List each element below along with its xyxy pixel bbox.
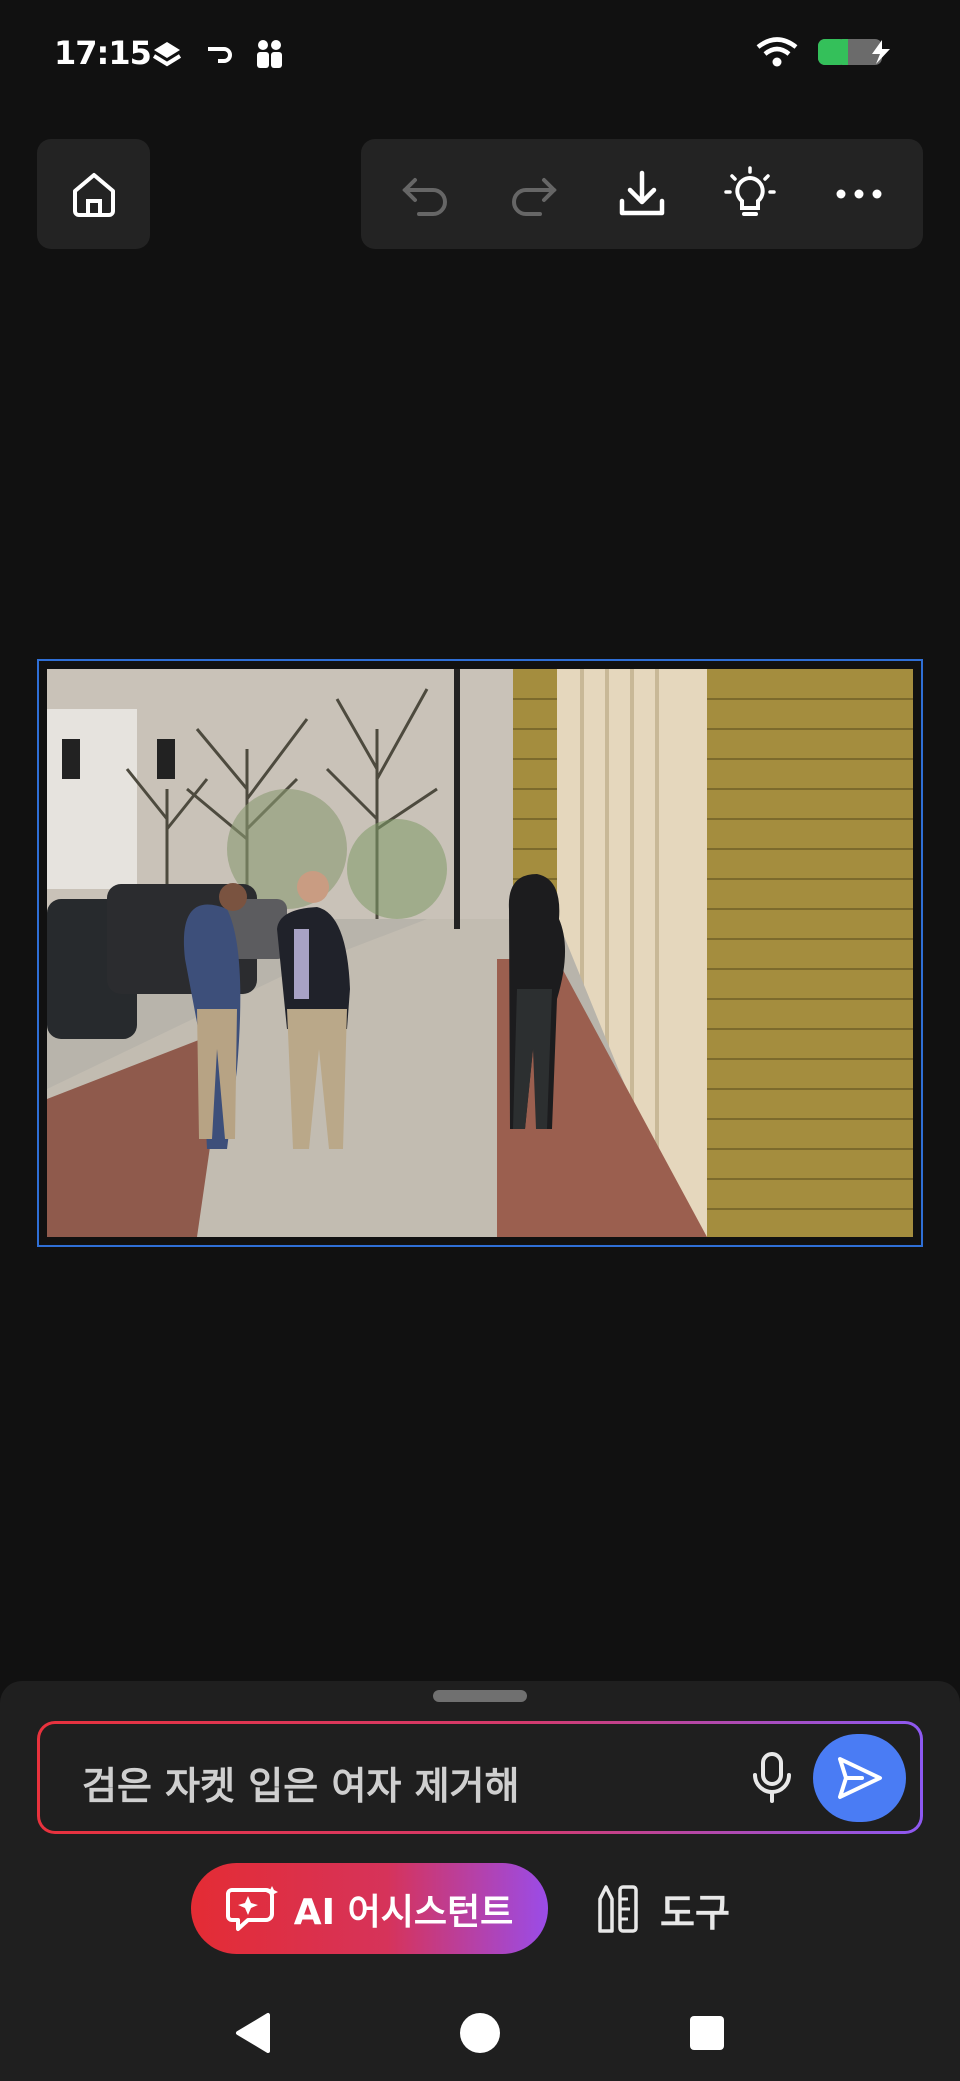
undo-icon bbox=[402, 178, 448, 216]
tools-icon bbox=[598, 1885, 638, 1933]
status-system-icons bbox=[756, 36, 894, 68]
battery-charging-icon bbox=[818, 39, 890, 65]
layers-app-icon bbox=[152, 42, 182, 67]
status-bar: 17:15 bbox=[0, 0, 960, 110]
status-time: 17:15 bbox=[54, 34, 152, 72]
wifi-icon bbox=[756, 37, 798, 67]
more-button[interactable] bbox=[814, 149, 904, 239]
send-button[interactable] bbox=[813, 1734, 906, 1822]
system-navigation-bar bbox=[0, 1985, 960, 2081]
redo-icon bbox=[511, 178, 557, 216]
ai-assistant-label: AI 어시스턴트 bbox=[293, 1891, 514, 1933]
nav-recents-button[interactable] bbox=[672, 1998, 742, 2068]
status-notification-icons bbox=[150, 38, 284, 70]
nav-back-button[interactable] bbox=[218, 1998, 288, 2068]
ai-sparkle-chat-icon bbox=[225, 1885, 278, 1931]
home-circle-icon bbox=[459, 2013, 500, 2053]
tools-button[interactable]: 도구 bbox=[596, 1868, 756, 1950]
street-photo-image bbox=[47, 669, 913, 1237]
sheet-drag-handle[interactable] bbox=[433, 1690, 527, 1702]
teams-app-icon bbox=[257, 40, 282, 68]
download-button[interactable] bbox=[597, 149, 687, 239]
prompt-input-container: 검은 자켓 입은 여자 제거해 bbox=[37, 1721, 923, 1834]
arrow-app-icon bbox=[208, 47, 232, 63]
editor-toolbar bbox=[361, 139, 923, 249]
ai-assistant-button[interactable]: AI 어시스턴트 bbox=[191, 1863, 548, 1954]
prompt-text[interactable]: 검은 자켓 입은 여자 제거해 bbox=[82, 1755, 519, 1810]
recents-square-icon bbox=[689, 2016, 724, 2050]
selected-image-frame[interactable] bbox=[37, 659, 923, 1247]
street-photo[interactable] bbox=[47, 669, 913, 1237]
tools-label: 도구 bbox=[660, 1890, 730, 1935]
redo-button[interactable] bbox=[489, 149, 579, 239]
more-icon bbox=[836, 189, 882, 199]
home-button[interactable] bbox=[37, 139, 150, 249]
undo-button[interactable] bbox=[380, 149, 470, 239]
home-icon bbox=[72, 173, 115, 217]
microphone-icon bbox=[753, 1752, 791, 1803]
nav-home-button[interactable] bbox=[445, 1998, 515, 2068]
send-icon bbox=[837, 1757, 882, 1799]
prompt-input[interactable]: 검은 자켓 입은 여자 제거해 bbox=[40, 1724, 920, 1831]
tips-button[interactable] bbox=[705, 149, 795, 239]
lightbulb-icon bbox=[724, 166, 777, 216]
voice-input-button[interactable] bbox=[740, 1746, 804, 1810]
back-triangle-icon bbox=[236, 2013, 271, 2053]
download-icon bbox=[619, 170, 665, 216]
